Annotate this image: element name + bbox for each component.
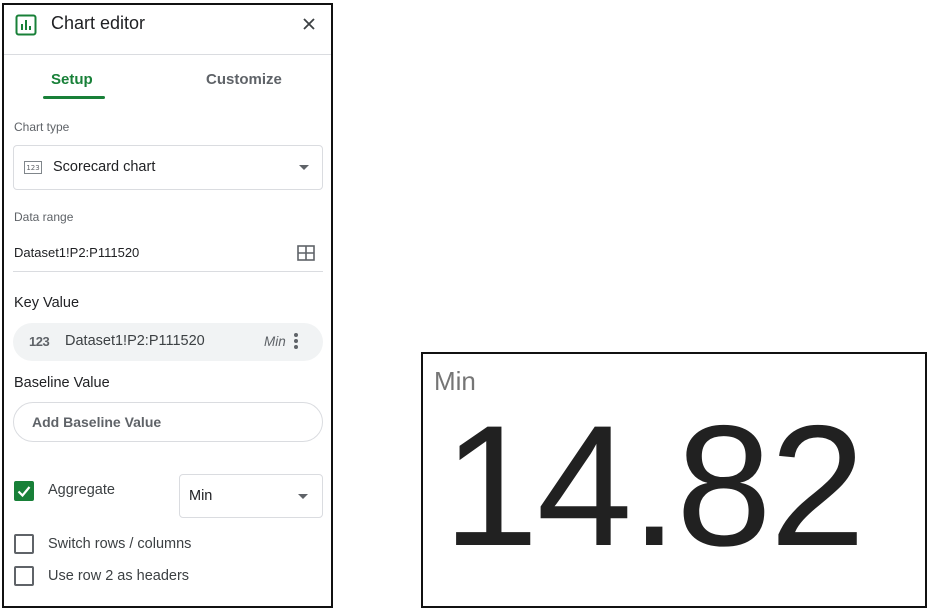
key-value-aggregation: Min (264, 334, 286, 349)
key-value-chip[interactable]: 123 Dataset1!P2:P111520 Min (13, 323, 323, 361)
active-tab-indicator (43, 96, 105, 99)
check-icon (17, 486, 31, 498)
data-range-label: Data range (14, 210, 74, 224)
tab-customize[interactable]: Customize (206, 71, 282, 88)
baseline-placeholder: Add Baseline Value (32, 414, 162, 430)
panel-header: Chart editor (4, 5, 331, 55)
panel-title: Chart editor (51, 13, 146, 33)
baseline-value-heading: Baseline Value (14, 375, 110, 391)
chart-type-label: Chart type (14, 120, 70, 134)
chevron-down-icon (299, 165, 309, 170)
select-range-grid-icon[interactable] (297, 244, 315, 262)
key-value-range: Dataset1!P2:P111520 (65, 333, 205, 349)
use-row-headers-checkbox[interactable] (14, 566, 34, 586)
data-range-value: Dataset1!P2:P111520 (14, 245, 140, 260)
close-button[interactable] (297, 12, 321, 36)
tab-setup[interactable]: Setup (51, 71, 93, 88)
data-range-field[interactable]: Dataset1!P2:P111520 (13, 237, 323, 272)
more-vert-icon[interactable] (293, 332, 299, 352)
scorecard-value: 14.82 (443, 390, 865, 582)
add-baseline-value-field[interactable]: Add Baseline Value (13, 402, 323, 442)
scorecard-chart[interactable]: Min 14.82 (421, 352, 927, 608)
aggregate-checkbox[interactable] (14, 481, 34, 501)
chevron-down-icon (298, 494, 308, 499)
chart-type-dropdown[interactable]: 123 Scorecard chart (13, 145, 323, 190)
chart-editor-panel: Chart editor Setup Customize Chart type … (2, 3, 333, 608)
switch-rows-columns-label: Switch rows / columns (48, 536, 192, 552)
aggregate-function-value: Min (189, 488, 213, 504)
aggregate-label: Aggregate (48, 482, 115, 498)
switch-rows-columns-checkbox[interactable] (14, 534, 34, 554)
chart-type-value: Scorecard chart (53, 159, 156, 175)
number-type-icon: 123 (29, 334, 50, 349)
aggregate-function-dropdown[interactable]: Min (179, 474, 323, 518)
close-icon (303, 18, 315, 30)
scorecard-chart-icon: 123 (24, 161, 42, 174)
use-row-headers-label: Use row 2 as headers (48, 568, 190, 584)
chart-icon (15, 14, 37, 36)
key-value-heading: Key Value (14, 295, 80, 311)
